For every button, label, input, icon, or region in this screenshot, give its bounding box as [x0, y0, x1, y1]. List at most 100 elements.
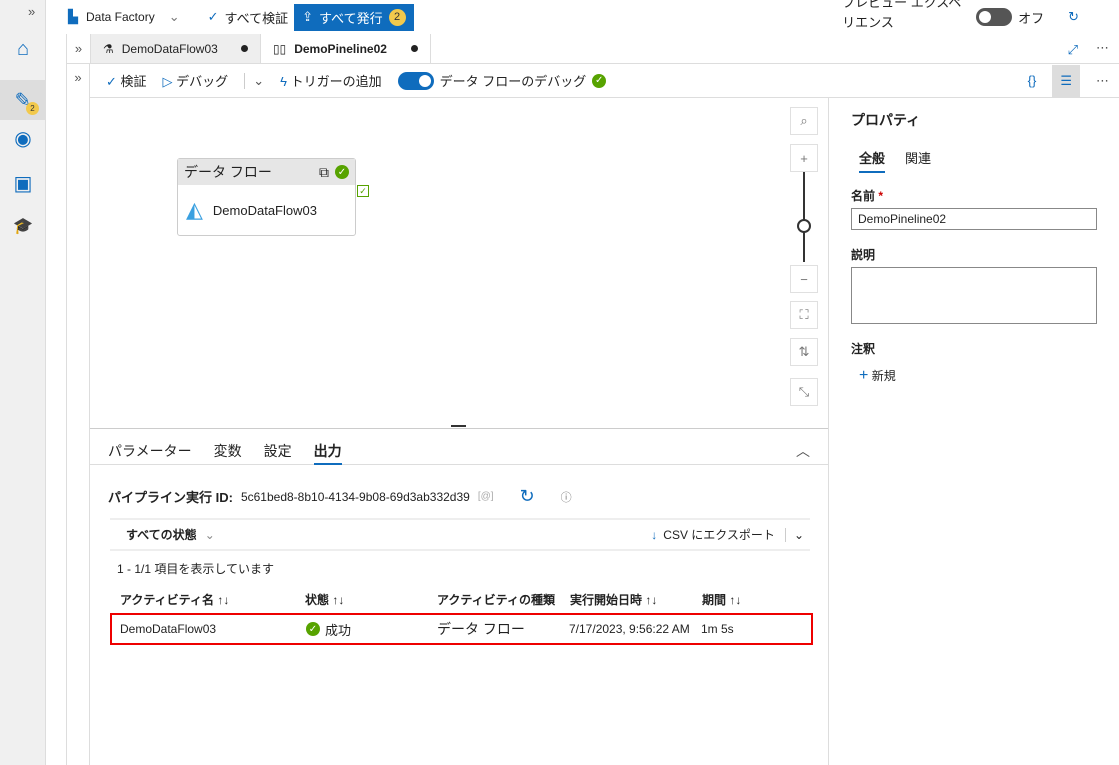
status-filter[interactable]: すべての状態: [126, 526, 197, 543]
refresh-icon[interactable]: ↻: [1068, 9, 1079, 25]
debug-dropdown[interactable]: ⌄: [244, 72, 264, 89]
duration: 1m 5s: [701, 622, 734, 636]
sort-icon[interactable]: ↑↓: [729, 593, 741, 607]
dataflow-icon: ◭: [186, 197, 203, 222]
export-dropdown[interactable]: ⌄: [784, 527, 804, 542]
manage-icon[interactable]: ▣: [10, 170, 36, 196]
validate-label: 検証: [120, 74, 147, 89]
add-trigger-button[interactable]: ϟ トリガーの追加: [280, 71, 382, 90]
plus-icon: +: [859, 367, 869, 384]
search-icon[interactable]: ⌕: [790, 107, 818, 135]
activity-name[interactable]: DemoDataFlow03: [120, 622, 216, 636]
check-icon: ✓: [106, 74, 117, 89]
pipeline-icon: ▯▯: [273, 41, 287, 56]
tab-dataflow[interactable]: ⚗ DemoDataFlow03: [91, 34, 261, 63]
zoom-slider-thumb[interactable]: [797, 219, 811, 233]
item-count: 1 - 1/1 項目を表示しています: [117, 562, 274, 576]
open-icon[interactable]: ⧉: [319, 164, 329, 181]
validate-all-icon: ✓: [207, 9, 219, 24]
preview-state: オフ: [1018, 10, 1045, 26]
dataflow-icon: ⚗: [103, 41, 114, 56]
add-trigger-label: トリガーの追加: [290, 74, 382, 89]
tab-pipeline[interactable]: ▯▯ DemoPineline02: [261, 34, 431, 63]
preview-toggle[interactable]: [976, 8, 1013, 26]
more-icon[interactable]: ⋯: [1096, 73, 1119, 89]
success-icon: ✓: [335, 165, 349, 179]
maximize-icon[interactable]: ⤢: [1060, 34, 1086, 63]
zoom-slider[interactable]: [803, 172, 805, 262]
pipeline-toolbar: ✓ 検証 ▷ デバッグ ⌄ ϟ トリガーの追加 データ フローのデバッグ ✓ {}…: [90, 64, 1119, 98]
export-csv-button[interactable]: CSV にエクスポート: [663, 526, 775, 543]
play-icon: ▷: [162, 74, 173, 89]
properties-icon[interactable]: ☰: [1052, 64, 1080, 97]
debug-label: デバッグ: [176, 74, 229, 89]
left-rail: » ⌂ ✎ 2 ◉ ▣ 🎓: [0, 0, 46, 765]
collapse-panel-icon[interactable]: ︿: [796, 441, 810, 464]
unsaved-dot: [411, 45, 418, 52]
code-icon[interactable]: {}: [1028, 73, 1037, 88]
resize-handle[interactable]: [451, 425, 466, 427]
info-icon[interactable]: ⓘ: [561, 489, 572, 505]
col-label: 実行開始日時: [570, 593, 643, 607]
annotation-label: 注釈: [851, 342, 876, 356]
publish-label: すべて発行: [319, 10, 383, 26]
node-name: DemoDataFlow03: [212, 202, 317, 218]
factory-icon: ▙: [68, 9, 78, 24]
publish-badge: 2: [388, 8, 406, 26]
sort-icon[interactable]: ↑↓: [645, 593, 657, 607]
learn-icon[interactable]: 🎓: [10, 213, 36, 239]
copy-icon[interactable]: [@]: [478, 491, 494, 502]
tab-parameters[interactable]: パラメーター: [108, 441, 192, 464]
node-type: データ フロー: [184, 164, 272, 180]
expand-icon[interactable]: »: [28, 4, 35, 19]
col-label: 期間: [702, 593, 727, 607]
resource-pane-collapsed: »: [66, 64, 90, 765]
collapse-icon[interactable]: ⤡: [790, 378, 818, 406]
name-input[interactable]: DemoPineline02: [851, 208, 1097, 230]
success-output-handle[interactable]: ✓: [357, 185, 369, 197]
home-icon[interactable]: ⌂: [10, 36, 36, 62]
description-input[interactable]: [851, 267, 1097, 324]
new-annotation-button[interactable]: + 新規: [859, 367, 1097, 385]
expand-icon[interactable]: »: [67, 34, 91, 63]
tab-label: DemoDataFlow03: [121, 41, 218, 56]
col-activity-name[interactable]: アクティビティ名 ↑↓: [120, 591, 229, 608]
start-time: 7/17/2023, 9:56:22 AM: [569, 622, 690, 636]
col-start-time[interactable]: 実行開始日時 ↑↓: [570, 591, 657, 608]
dataflow-activity-node[interactable]: データ フロー ⧉ ✓ ◭ DemoDataFlow03: [177, 158, 356, 236]
zoom-in-icon[interactable]: +: [790, 144, 818, 172]
author-badge: 2: [26, 102, 39, 115]
unsaved-dot: [241, 45, 248, 52]
tab-bar: » ⚗ DemoDataFlow03 ▯▯ DemoPineline02 ⤢ ⋯: [66, 34, 1119, 64]
pipeline-canvas[interactable]: [90, 98, 828, 428]
table-row[interactable]: DemoDataFlow03 ✓ 成功 データ フロー 7/17/2023, 9:…: [110, 613, 813, 645]
chevron-down-icon[interactable]: ⌄: [169, 9, 180, 25]
dataflow-debug-label: データ フローのデバッグ: [439, 74, 587, 89]
tab-general[interactable]: 全般: [859, 148, 886, 173]
author-icon[interactable]: ✎ 2: [0, 80, 46, 120]
sort-icon[interactable]: ↑↓: [332, 593, 344, 607]
col-duration[interactable]: 期間 ↑↓: [702, 591, 741, 608]
publish-all-button[interactable]: ⇪ すべて発行 2: [294, 3, 414, 31]
zoom-out-icon[interactable]: −: [790, 265, 818, 293]
sort-icon[interactable]: ↑↓: [217, 593, 229, 607]
fit-icon[interactable]: ⛶: [790, 301, 818, 329]
tab-variables[interactable]: 変数: [214, 441, 242, 464]
tab-related[interactable]: 関連: [905, 148, 931, 173]
expand-icon[interactable]: »: [67, 64, 89, 85]
properties-title: プロパティ: [851, 112, 921, 128]
auto-align-icon[interactable]: ⇅: [790, 338, 818, 366]
monitor-icon[interactable]: ◉: [10, 125, 36, 151]
refresh-icon[interactable]: ↻: [520, 486, 535, 507]
tab-label: DemoPineline02: [294, 41, 387, 56]
validate-all-button[interactable]: すべて検証: [225, 8, 289, 27]
tab-settings[interactable]: 設定: [264, 441, 292, 464]
more-icon[interactable]: ⋯: [1086, 34, 1119, 63]
factory-name[interactable]: Data Factory: [86, 10, 155, 24]
debug-button[interactable]: ▷ デバッグ: [163, 71, 229, 90]
col-status[interactable]: 状態 ↑↓: [305, 591, 344, 608]
validate-button[interactable]: ✓ 検証: [106, 71, 147, 90]
new-label: 新規: [871, 369, 896, 383]
dataflow-debug-toggle[interactable]: [397, 71, 434, 90]
tab-output[interactable]: 出力: [313, 441, 342, 465]
